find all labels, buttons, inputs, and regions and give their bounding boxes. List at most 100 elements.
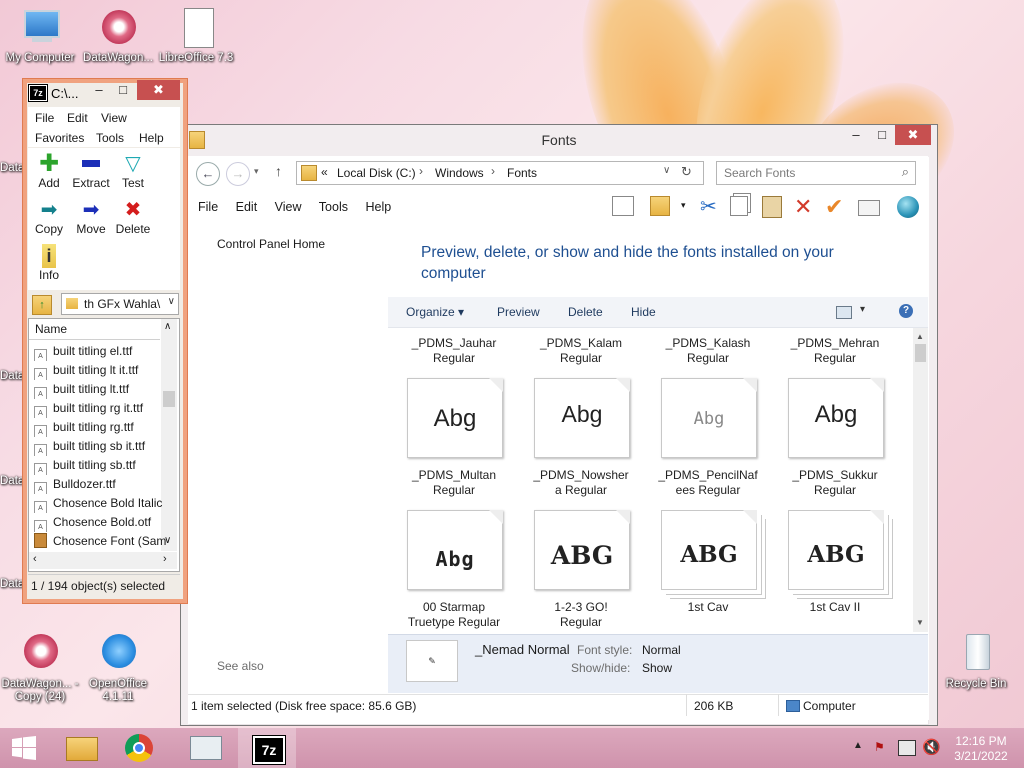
copy-icon[interactable] — [730, 196, 748, 216]
layout-pane-icon[interactable] — [612, 196, 634, 216]
font-item-label[interactable]: _PDMS_Kalam Regular — [521, 336, 641, 366]
font-thumbnail[interactable]: ABG — [534, 510, 630, 590]
font-item-label[interactable]: _PDMS_Jauhar Regular — [394, 336, 514, 366]
back-button[interactable]: ← — [196, 162, 220, 186]
list-item[interactable]: A Chosence Bold.otf — [34, 513, 174, 532]
menu-edit[interactable]: Edit — [236, 200, 258, 214]
font-thumbnail[interactable]: Abg — [407, 510, 503, 590]
menu-view[interactable]: View — [101, 111, 127, 125]
menu-file[interactable]: File — [35, 111, 54, 125]
cut-icon[interactable]: ✂ — [700, 196, 722, 218]
font-item-label[interactable]: 00 Starmap Truetype Regular — [394, 600, 514, 630]
menu-help[interactable]: Help — [365, 200, 391, 214]
path-combobox[interactable]: th GFx Wahla\ ∨ — [61, 293, 179, 315]
font-thumbnail[interactable]: Abg — [788, 378, 884, 458]
font-item-label[interactable]: _PDMS_Nowsher a Regular — [521, 468, 641, 498]
list-item[interactable]: Chosence Font (Sam — [34, 532, 174, 551]
extract-button[interactable]: Extract — [70, 152, 112, 190]
delete-icon[interactable]: ✕ — [794, 196, 816, 218]
menu-favorites[interactable]: Favorites — [35, 131, 84, 145]
list-item[interactable]: A Bulldozer.ttf — [34, 475, 174, 494]
font-item-label[interactable]: _PDMS_PencilNaf ees Regular — [648, 468, 768, 498]
scrollbar-thumb[interactable] — [915, 344, 926, 362]
checkmark-icon[interactable]: ✔ — [825, 196, 847, 218]
menu-tools[interactable]: Tools — [319, 200, 348, 214]
taskbar-file-explorer[interactable] — [56, 728, 106, 768]
breadcrumb-item[interactable]: Fonts — [507, 166, 537, 180]
hide-button[interactable]: Hide — [631, 305, 656, 319]
list-item[interactable]: Abuilt titling lt it.ttf — [34, 361, 174, 380]
font-item-label[interactable]: _PDMS_Kalash Regular — [648, 336, 768, 366]
list-item[interactable]: Abuilt titling sb it.ttf — [34, 437, 174, 456]
menu-view[interactable]: View — [275, 200, 302, 214]
globe-icon[interactable] — [897, 196, 919, 218]
taskbar-task-manager[interactable] — [180, 728, 230, 768]
column-header-name[interactable]: Name — [29, 319, 160, 340]
taskbar-chrome[interactable] — [114, 728, 164, 768]
search-input-placeholder[interactable]: Search Fonts — [724, 166, 795, 180]
desktop-icon-libreoffice[interactable]: LibreOffice 7.3 — [156, 6, 236, 65]
list-item[interactable]: Abuilt titling rg it.ttf — [34, 399, 174, 418]
breadcrumb-item[interactable]: Local Disk (C:) — [337, 166, 416, 180]
up-folder-icon[interactable]: ↑ — [32, 295, 52, 315]
chevron-down-icon[interactable]: ∨ — [168, 296, 175, 307]
help-icon[interactable]: ? — [899, 304, 913, 318]
maximize-button[interactable]: □ — [110, 80, 136, 100]
show-hidden-icons-chevron[interactable]: ▲ — [853, 740, 863, 751]
maximize-button[interactable]: □ — [869, 125, 895, 145]
scroll-up-icon[interactable]: ▲ — [916, 332, 924, 341]
properties-icon[interactable] — [858, 200, 880, 216]
menu-tools[interactable]: Tools — [96, 131, 124, 145]
control-panel-home-link[interactable]: Control Panel Home — [217, 237, 325, 251]
delete-button[interactable]: Delete — [568, 305, 603, 319]
font-thumbnail[interactable]: Abg — [407, 378, 503, 458]
list-item[interactable]: A Chosence Bold Italic — [34, 494, 174, 513]
font-item-label[interactable]: _PDMS_Multan Regular — [394, 468, 514, 498]
scroll-right-icon[interactable]: › — [163, 553, 167, 565]
breadcrumb-item[interactable]: Windows — [435, 166, 484, 180]
menu-help[interactable]: Help — [139, 131, 164, 145]
taskbar-7zip[interactable]: 7z — [238, 728, 296, 768]
network-icon[interactable] — [898, 740, 916, 756]
desktop-icon-datawagon-copy[interactable]: DataWagon... - Copy (24) — [0, 632, 80, 704]
view-options-icon[interactable] — [836, 306, 852, 319]
desktop-icon-recycle-bin[interactable]: Recycle Bin — [936, 632, 1016, 691]
font-item-label[interactable]: 1st Cav — [648, 600, 768, 615]
font-item-label[interactable]: 1-2-3 GO! Regular — [521, 600, 641, 630]
scroll-left-icon[interactable]: ‹ — [33, 553, 37, 565]
volume-muted-icon[interactable]: 🔇 — [922, 738, 941, 756]
font-family-thumbnail[interactable]: ABG — [661, 510, 757, 590]
list-item[interactable]: Abuilt titling el.ttf — [34, 342, 174, 361]
paste-icon[interactable] — [762, 196, 782, 218]
font-item-label[interactable]: _PDMS_Sukkur Regular — [775, 468, 895, 498]
delete-button[interactable]: ✖ Delete — [114, 198, 152, 236]
forward-button[interactable]: → — [226, 162, 250, 186]
font-item-label[interactable]: _PDMS_Mehran Regular — [775, 336, 895, 366]
font-thumbnail[interactable]: Abg — [534, 378, 630, 458]
test-button[interactable]: ▽ Test — [114, 152, 152, 190]
minimize-button[interactable]: – — [86, 80, 112, 100]
address-bar[interactable]: « Local Disk (C:) › Windows › Fonts ∨ ↻ — [296, 161, 704, 185]
scroll-up-icon[interactable]: ∧ — [164, 321, 171, 332]
up-button[interactable]: ↑ — [275, 163, 282, 179]
chevron-down-icon[interactable]: ∨ — [663, 165, 670, 176]
close-button[interactable]: ✖ — [895, 125, 931, 145]
minimize-button[interactable]: – — [843, 125, 869, 145]
chevron-down-icon[interactable]: ▾ — [681, 200, 686, 211]
desktop-icon-my-computer[interactable]: My Computer — [0, 6, 80, 65]
list-item[interactable]: Abuilt titling sb.ttf — [34, 456, 174, 475]
action-center-flag-icon[interactable]: ⚑ — [874, 740, 888, 754]
organize-button[interactable]: Organize ▾ — [406, 305, 464, 319]
close-button[interactable]: ✖ — [137, 80, 180, 100]
font-thumbnail[interactable]: Abg — [661, 378, 757, 458]
search-box[interactable]: Search Fonts ⌕ — [716, 161, 916, 185]
folder-check-icon[interactable] — [650, 196, 670, 216]
move-button[interactable]: ➡ Move — [70, 198, 112, 236]
desktop-icon-datawagon[interactable]: DataWagon... — [78, 6, 158, 65]
content-scrollbar[interactable]: ▲ ▼ — [913, 328, 928, 632]
list-item[interactable]: Abuilt titling lt.ttf — [34, 380, 174, 399]
info-button[interactable]: i Info — [30, 244, 68, 282]
search-icon[interactable]: ⌕ — [902, 164, 909, 180]
menu-file[interactable]: File — [198, 200, 218, 214]
refresh-icon[interactable]: ↻ — [681, 164, 692, 180]
